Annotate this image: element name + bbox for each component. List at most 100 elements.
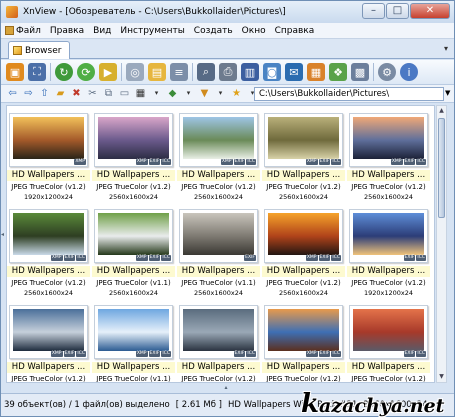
info-icon[interactable]: i xyxy=(400,63,418,81)
minimize-button[interactable]: – xyxy=(362,3,385,19)
dropdown-arrow-icon[interactable]: ▾ xyxy=(150,87,163,100)
thumbnail-title: HD Wallpapers ... xyxy=(262,170,345,181)
thumbnail-item[interactable]: XMP EXIF ICC HD Wallpapers ... JPEG TrueColo… xyxy=(7,302,90,382)
thumbnail-format: JPEG TrueColor (v1.2) xyxy=(351,183,426,191)
thumbnail-format: JPEG TrueColor (v1.1) xyxy=(96,279,171,287)
filter-icon[interactable]: ▼ xyxy=(198,87,211,100)
scroll-up-icon[interactable]: ▲ xyxy=(437,106,446,116)
favorites-icon[interactable]: ★ xyxy=(230,87,243,100)
settings-icon[interactable]: ⚙ xyxy=(378,63,396,81)
find-icon[interactable]: ⌕ xyxy=(197,63,215,81)
window-controls: – □ ✕ xyxy=(362,3,450,19)
slides-icon[interactable]: ❖ xyxy=(329,63,347,81)
thumbnail-format: JPEG TrueColor (v1.2) xyxy=(266,183,341,191)
thumbnail-item[interactable]: XMP EXIF ICC HD Wallpapers ... JPEG TrueColo… xyxy=(92,302,175,382)
fullscreen-icon[interactable]: ⛶ xyxy=(28,63,46,81)
metadata-badge: XMP xyxy=(135,351,148,357)
maximize-button[interactable]: □ xyxy=(386,3,409,19)
slideshow-icon[interactable]: ▶ xyxy=(99,63,117,81)
menu-view[interactable]: Вид xyxy=(93,26,111,36)
metadata-badge: ICC xyxy=(416,351,426,357)
scroll-down-icon[interactable]: ▼ xyxy=(437,372,446,382)
thumbnail-item[interactable]: EXIF ICC HD Wallpapers ... JPEG TrueColor (… xyxy=(347,302,430,382)
thumbnail-item[interactable]: EXIF ICC HD Wallpapers ... JPEG TrueColor (… xyxy=(347,206,430,301)
copy-icon[interactable]: ⧉ xyxy=(102,87,115,100)
thumbnail-title: HD Wallpapers ... xyxy=(92,266,175,277)
thumbnail-frame: XMP EXIF ICC xyxy=(179,113,258,167)
menu-label: Вид xyxy=(93,25,112,36)
menu-window[interactable]: Окно xyxy=(242,26,266,36)
refresh-icon[interactable]: ↻ xyxy=(55,63,73,81)
batch-icon[interactable]: ≡ xyxy=(170,63,188,81)
parent-folder-icon[interactable]: ▰ xyxy=(54,87,67,100)
thumbnail-image xyxy=(98,213,169,255)
forward-icon[interactable]: ⇨ xyxy=(22,87,35,100)
status-size: [ 2.61 Мб ] xyxy=(175,400,222,410)
web-icon[interactable]: ◙ xyxy=(263,63,281,81)
title-bar[interactable]: XnView - [Обозреватель - C:\Users\Bukkol… xyxy=(1,1,454,23)
metadata-badges: XMP EXIF ICC xyxy=(135,255,171,261)
thumbnail-item[interactable]: XMP EXIF ICC HD Wallpapers ... JPEG TrueColo… xyxy=(262,302,345,382)
thumbnail-item[interactable]: XMP EXIF ICC HD Wallpapers ... JPEG TrueColo… xyxy=(7,206,90,301)
close-button[interactable]: ✕ xyxy=(410,3,450,19)
thumbnail-item[interactable]: EXIF ICC HD Wallpapers ... JPEG TrueColor (… xyxy=(177,302,260,382)
reload-icon[interactable]: ⟳ xyxy=(77,63,95,81)
scan-icon[interactable]: ▥ xyxy=(241,63,259,81)
metadata-badges: EXIF ICC xyxy=(403,255,426,261)
dropdown-arrow-icon[interactable]: ▾ xyxy=(214,87,227,100)
thumbnail-image xyxy=(98,309,169,351)
address-dropdown-icon[interactable]: ▼ xyxy=(445,89,450,97)
print-icon[interactable]: ⎙ xyxy=(219,63,237,81)
thumbnail-item[interactable]: XMP EXIF ICC HD Wallpapers ... JPEG TrueColo… xyxy=(177,110,260,205)
address-input[interactable]: C:\Users\Bukkollaider\Pictures\ xyxy=(254,87,444,101)
thumbnail-item[interactable]: EXIF HD Wallpapers ... JPEG TrueColor (v1.… xyxy=(177,206,260,301)
scrollbar-thumb[interactable] xyxy=(438,118,445,218)
tab-browser[interactable]: Browser xyxy=(8,41,70,59)
thumbnail-image xyxy=(13,309,84,351)
vertical-scrollbar[interactable]: ▲ ▼ xyxy=(436,105,447,383)
metadata-badges: EXIF ICC xyxy=(403,351,426,357)
tab-label: Browser xyxy=(25,45,62,56)
open-folder-icon[interactable]: ▤ xyxy=(148,63,166,81)
metadata-badge: EXIF xyxy=(233,159,246,165)
menu-tools[interactable]: Инструменты xyxy=(120,26,184,36)
preview-grip-icon[interactable]: ▴ xyxy=(216,385,236,391)
metadata-badge: XMP xyxy=(220,159,233,165)
thumbnail-item[interactable]: XMP EXIF ICC HD Wallpapers ... JPEG TrueColo… xyxy=(347,110,430,205)
cut-icon[interactable]: ✂ xyxy=(86,87,99,100)
thumbnail-image xyxy=(98,117,169,159)
grid-icon[interactable]: ▩ xyxy=(351,63,369,81)
up-icon[interactable]: ⇧ xyxy=(38,87,51,100)
toolbar-separator xyxy=(192,63,193,81)
capture-icon[interactable]: ◎ xyxy=(126,63,144,81)
browser-icon[interactable]: ▣ xyxy=(6,63,24,81)
menu-file[interactable]: Файл xyxy=(5,26,41,36)
menu-help[interactable]: Справка xyxy=(275,26,315,36)
thumbnail-item[interactable]: XMP EXIF ICC HD Wallpapers ... JPEG TrueColo… xyxy=(262,110,345,205)
thumbnail-title: HD Wallpapers ... xyxy=(92,170,175,181)
thumbnail-item[interactable]: XMP HD Wallpapers ... JPEG TrueColor (v1.2… xyxy=(7,110,90,205)
metadata-badge: XMP xyxy=(135,255,148,261)
metadata-badge: ICC xyxy=(331,159,341,165)
delete-icon[interactable]: ✖ xyxy=(70,87,83,100)
email-icon[interactable]: ✉ xyxy=(285,63,303,81)
thumbnail-item[interactable]: XMP EXIF ICC HD Wallpapers ... JPEG TrueColo… xyxy=(92,206,175,301)
dropdown-arrow-icon[interactable]: ▾ xyxy=(182,87,195,100)
back-icon[interactable]: ⇦ xyxy=(6,87,19,100)
thumbnail-item[interactable]: XMP EXIF ICC HD Wallpapers ... JPEG TrueColo… xyxy=(262,206,345,301)
menu-edit[interactable]: Правка xyxy=(50,26,84,36)
metadata-badge: ICC xyxy=(246,159,256,165)
metadata-badge: ICC xyxy=(416,159,426,165)
thumbnail-grid: XMP HD Wallpapers ... JPEG TrueColor (v1.2… xyxy=(6,105,435,383)
sort-icon[interactable]: ◆ xyxy=(166,87,179,100)
metadata-badge: ICC xyxy=(76,351,86,357)
file-menu-icon xyxy=(5,26,14,35)
metadata-badge: EXIF xyxy=(244,255,256,261)
thumbnail-item[interactable]: XMP EXIF ICC HD Wallpapers ... JPEG TrueColo… xyxy=(92,110,175,205)
paste-icon[interactable]: ▭ xyxy=(118,87,131,100)
panel-grip-icon[interactable]: ◂ xyxy=(1,231,5,243)
view-mode-icon[interactable]: ▦ xyxy=(134,87,147,100)
menu-create[interactable]: Создать xyxy=(194,26,233,36)
view-icon[interactable]: ▦ xyxy=(307,63,325,81)
tab-list-arrow-icon[interactable]: ▾ xyxy=(444,44,448,53)
